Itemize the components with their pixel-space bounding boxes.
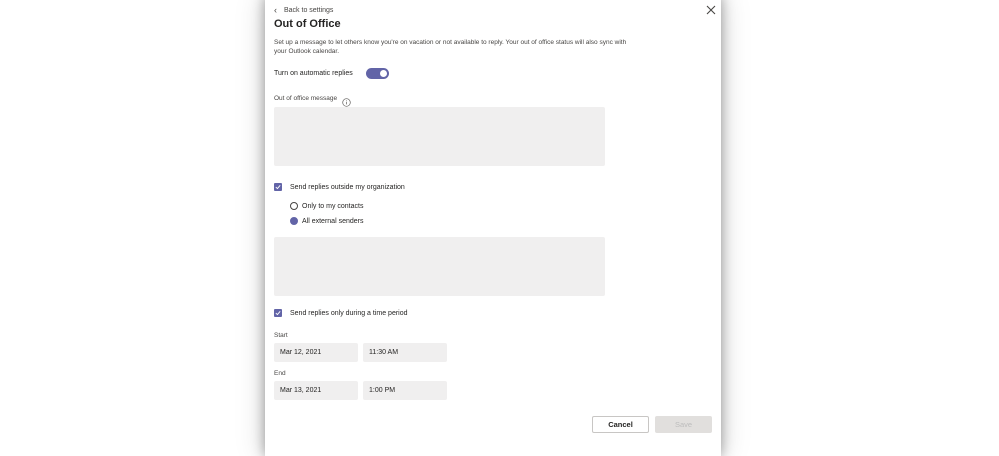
radio-only-contacts[interactable] [290,202,298,210]
message-label-row: Out of office message [274,94,351,107]
external-replies-label: Send replies outside my organization [290,183,405,191]
save-button[interactable]: Save [655,416,712,433]
end-date-picker[interactable]: Mar 13, 2021 [274,381,358,400]
external-replies-checkbox[interactable] [274,183,282,191]
chevron-left-icon: ‹ [274,5,277,15]
auto-replies-label: Turn on automatic replies [274,70,353,77]
checkmark-icon [275,311,281,316]
start-label: Start [274,332,288,339]
toggle-knob [379,70,387,77]
back-link-label: Back to settings [284,7,334,14]
back-to-settings-link[interactable]: ‹ Back to settings [274,6,333,15]
radio-only-contacts-label: Only to my contacts [302,202,364,210]
out-of-office-message-input[interactable] [274,107,605,166]
end-time-picker[interactable]: 1:00 PM [363,381,447,400]
out-of-office-dialog: ‹ Back to settings Out of Office Set up … [265,0,721,456]
start-time-picker[interactable]: 11:30 AM [363,343,447,362]
cancel-button[interactable]: Cancel [592,416,649,433]
end-label: End [274,370,286,377]
message-label: Out of office message [274,94,338,102]
time-period-label: Send replies only during a time period [290,309,408,317]
dialog-title: Out of Office [274,18,341,30]
start-date-picker[interactable]: Mar 12, 2021 [274,343,358,362]
info-icon[interactable] [342,94,351,107]
time-period-row: Send replies only during a time period [274,309,408,317]
close-icon[interactable] [706,5,716,15]
radio-all-external-row[interactable]: All external senders [290,217,363,225]
auto-replies-toggle[interactable] [365,68,389,79]
auto-replies-row: Turn on automatic replies [274,68,389,79]
external-replies-row: Send replies outside my organization [274,183,405,191]
external-message-input[interactable] [274,237,605,296]
dialog-description: Set up a message to let others know you'… [274,39,627,55]
radio-only-contacts-row[interactable]: Only to my contacts [290,202,363,210]
radio-all-external-label: All external senders [302,217,364,225]
radio-all-external[interactable] [290,217,298,225]
checkmark-icon [275,185,281,190]
time-period-checkbox[interactable] [274,309,282,317]
